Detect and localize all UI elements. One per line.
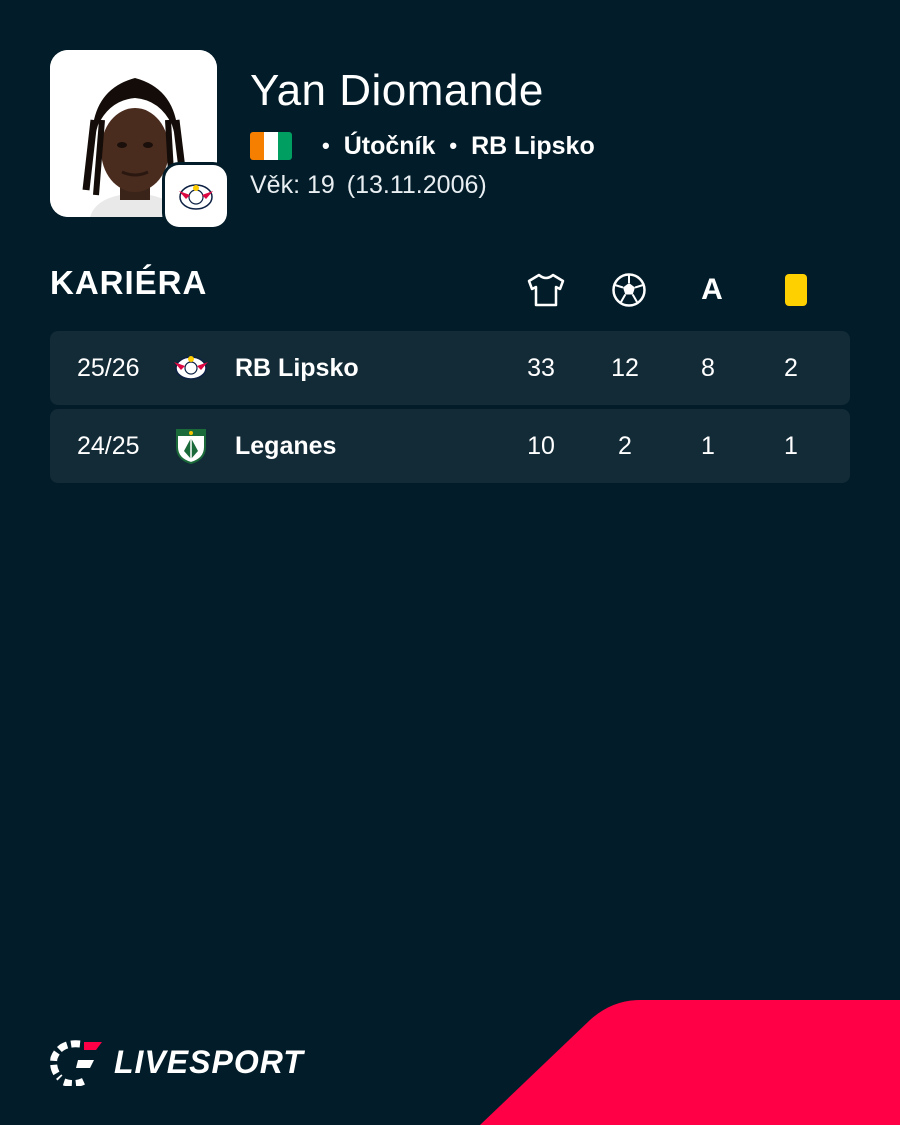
- goals: 12: [611, 354, 639, 382]
- brand-name: LIVESPORT: [114, 1043, 304, 1080]
- club-name: RB Lipsko: [235, 354, 359, 382]
- appearances-header: [524, 268, 568, 312]
- yellow-cards-header: [774, 268, 818, 312]
- yellow-cards: 1: [784, 432, 798, 460]
- age-label: Věk: 19: [250, 171, 335, 199]
- livesport-logo: LIVESPORT: [50, 1038, 304, 1086]
- player-position: Útočník: [343, 131, 436, 160]
- leganes-logo-icon: [172, 427, 210, 465]
- table-row[interactable]: 25/26 RB Lipsko 33 12 8 2: [50, 331, 850, 405]
- birth-date: (13.11.2006): [346, 171, 487, 199]
- yellow-card-icon: [785, 274, 807, 306]
- season: 25/26: [77, 354, 140, 382]
- jersey-icon: [527, 273, 565, 307]
- goals-header: [607, 268, 651, 312]
- player-club: RB Lipsko: [471, 131, 595, 160]
- player-meta: • Útočník • RB Lipsko: [250, 128, 595, 164]
- rb-leipzig-logo-icon: [172, 349, 210, 387]
- assists: 8: [701, 354, 715, 382]
- livesport-mark-icon: [50, 1040, 102, 1086]
- season: 24/25: [77, 432, 140, 460]
- table-row[interactable]: 24/25 Leganes 10 2 1 1: [50, 409, 850, 483]
- goals: 2: [618, 432, 632, 460]
- club-name: Leganes: [235, 432, 337, 460]
- rb-leipzig-logo-icon: [179, 184, 213, 210]
- appearances: 33: [527, 354, 555, 382]
- assists: 1: [701, 432, 715, 460]
- player-age: Věk: 19 (13.11.2006): [250, 171, 487, 200]
- ball-icon: [612, 273, 646, 307]
- yellow-cards: 2: [784, 354, 798, 382]
- assist-icon: A: [701, 273, 723, 306]
- appearances: 10: [527, 432, 555, 460]
- club-badge: [165, 165, 227, 227]
- career-title: KARIÉRA: [50, 264, 208, 301]
- ivory-coast-flag-icon: [250, 132, 292, 160]
- assists-header: A: [690, 268, 734, 312]
- separator-dot: •: [322, 133, 330, 158]
- separator-dot: •: [449, 133, 458, 158]
- player-name: Yan Diomande: [250, 66, 544, 115]
